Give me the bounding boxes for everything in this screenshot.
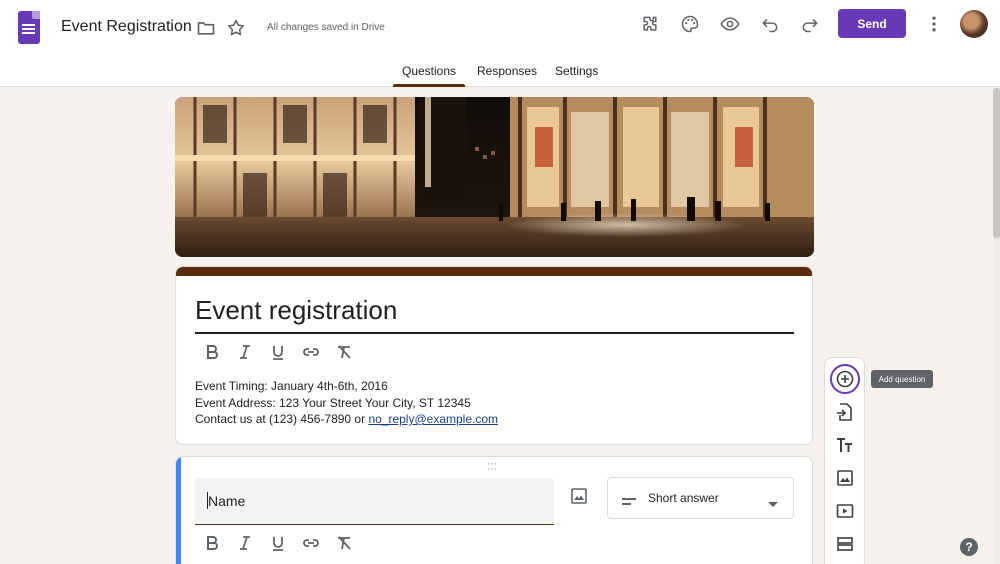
page-scrollbar[interactable] <box>993 88 1000 564</box>
question-type-select[interactable]: Short answer <box>607 477 794 519</box>
folder-icon[interactable] <box>194 16 218 40</box>
star-icon[interactable] <box>224 16 248 40</box>
italic-icon[interactable] <box>228 341 261 363</box>
title-underline <box>195 332 794 334</box>
scrollbar-thumb[interactable] <box>993 88 1000 238</box>
help-icon[interactable]: ? <box>960 538 978 556</box>
question-type-label: Short answer <box>648 491 719 505</box>
link-icon[interactable] <box>294 532 327 554</box>
document-title[interactable]: Event Registration <box>61 18 192 36</box>
description-line: Contact us at (123) 456-7890 or no_reply… <box>195 411 498 428</box>
drag-handle-icon[interactable]: ⋯ ⋯ <box>487 460 498 475</box>
add-section-icon[interactable] <box>831 530 859 558</box>
bold-icon[interactable] <box>195 532 228 554</box>
redo-icon[interactable] <box>798 12 822 36</box>
form-title-card: Event registration Event Timing: January… <box>175 266 813 445</box>
clear-format-icon[interactable] <box>327 532 360 554</box>
underline-icon[interactable] <box>261 532 294 554</box>
tab-settings[interactable]: Settings <box>555 64 598 78</box>
add-question-tooltip: Add question <box>871 370 933 388</box>
import-questions-icon[interactable] <box>831 398 859 426</box>
forms-logo-icon[interactable] <box>18 11 40 44</box>
active-tab-indicator <box>393 84 465 87</box>
form-title[interactable]: Event registration <box>195 295 397 326</box>
active-question-indicator <box>176 457 181 564</box>
underline-icon[interactable] <box>261 341 294 363</box>
undo-icon[interactable] <box>758 12 782 36</box>
add-image-icon[interactable] <box>831 464 859 492</box>
more-vert-icon[interactable] <box>922 12 946 36</box>
question-card[interactable]: ⋯ ⋯ Name Short answer <box>175 456 813 564</box>
description-line: Event Timing: January 4th-6th, 2016 <box>195 379 388 393</box>
description-contact-text: Contact us at (123) 456-7890 or <box>195 412 369 426</box>
description-line: Event Address: 123 Your Street Your City… <box>195 395 471 410</box>
add-video-icon[interactable] <box>831 497 859 525</box>
contact-email-link[interactable]: no_reply@example.com <box>368 412 498 426</box>
link-icon[interactable] <box>294 341 327 363</box>
theme-color-bar <box>176 267 812 276</box>
save-status: All changes saved in Drive <box>267 22 385 33</box>
add-title-icon[interactable] <box>831 431 859 459</box>
tab-questions[interactable]: Questions <box>402 64 456 78</box>
floating-side-toolbar <box>824 357 865 564</box>
avatar[interactable] <box>960 10 988 38</box>
short-answer-icon <box>622 494 638 512</box>
question-format-toolbar <box>195 532 360 554</box>
preview-eye-icon[interactable] <box>718 12 742 36</box>
italic-icon[interactable] <box>228 532 261 554</box>
tab-responses[interactable]: Responses <box>477 64 537 78</box>
palette-icon[interactable] <box>678 12 702 36</box>
bold-icon[interactable] <box>195 341 228 363</box>
format-toolbar <box>195 341 360 363</box>
form-description[interactable]: Event Timing: January 4th-6th, 2016 Even… <box>195 378 498 428</box>
header-banner-image <box>175 97 814 257</box>
question-title-text: Name <box>208 493 246 509</box>
chevron-down-icon <box>768 495 778 513</box>
send-button[interactable]: Send <box>838 9 906 38</box>
question-title-input[interactable]: Name <box>195 478 554 525</box>
app-header: Event Registration All changes saved in … <box>0 0 1000 87</box>
tab-bar: Questions Responses Settings <box>0 64 1000 87</box>
addon-puzzle-icon[interactable] <box>638 12 662 36</box>
add-question-icon[interactable] <box>831 365 859 393</box>
add-image-icon[interactable] <box>570 487 588 510</box>
clear-format-icon[interactable] <box>327 341 360 363</box>
